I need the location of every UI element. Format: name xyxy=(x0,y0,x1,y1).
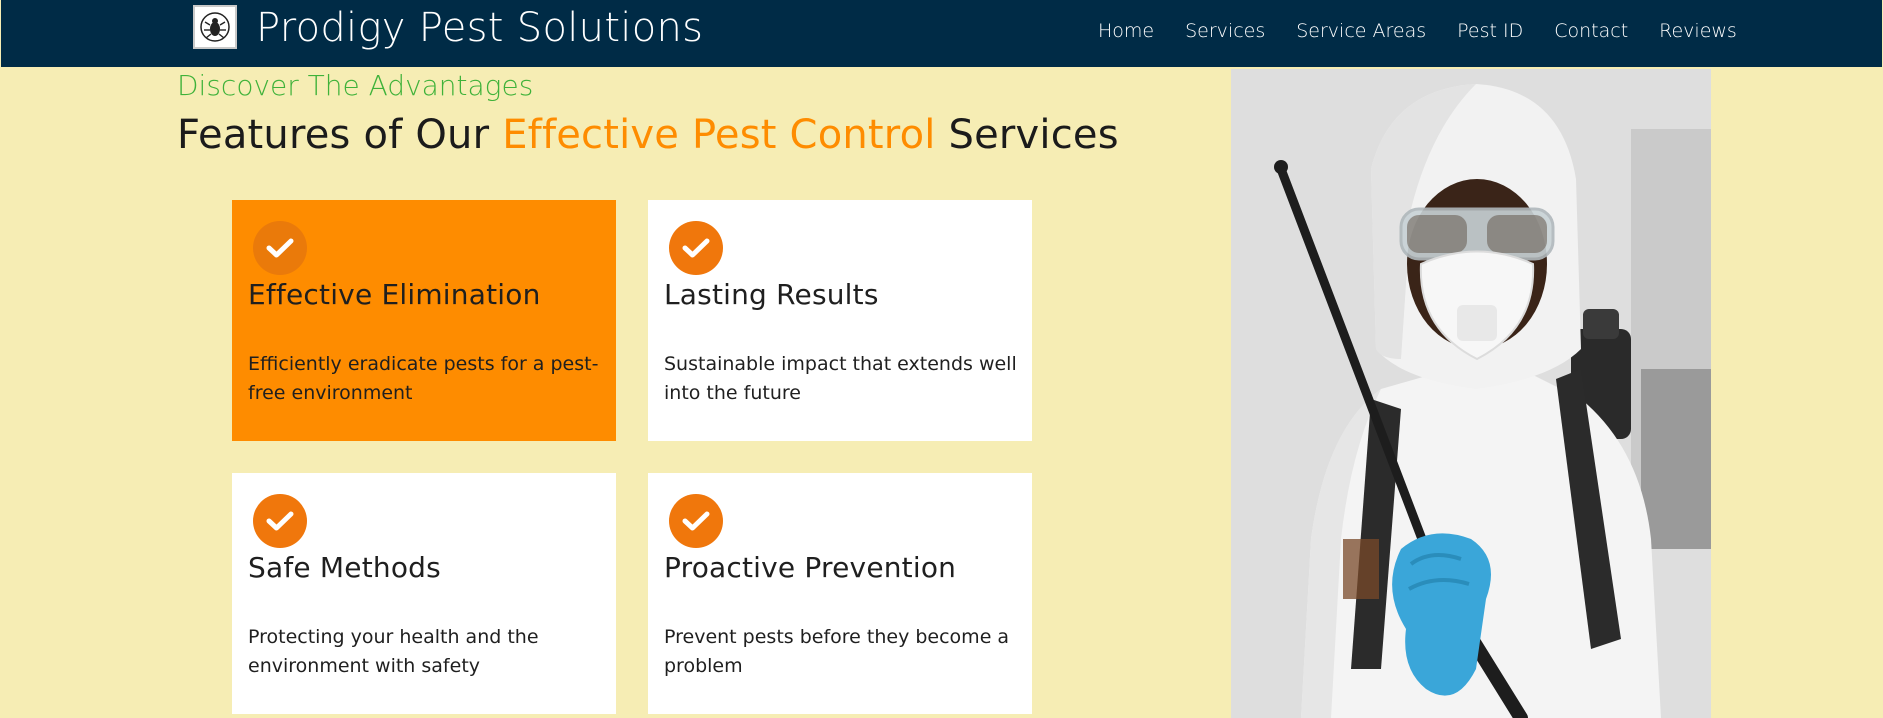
feature-title: Effective Elimination xyxy=(248,278,541,311)
feature-card-proactive-prevention[interactable]: Proactive Prevention Prevent pests befor… xyxy=(648,473,1032,714)
feature-description: Prevent pests before they become a probl… xyxy=(664,626,1010,677)
feature-card-effective-elimination[interactable]: Effective Elimination Efficiently eradic… xyxy=(232,200,616,441)
page: Prodigy Pest Solutions Home Services Ser… xyxy=(0,0,1883,718)
headline-suffix: Services xyxy=(935,112,1119,158)
check-circle-icon xyxy=(669,221,723,275)
main-nav: Home Services Service Areas Pest ID Cont… xyxy=(1098,20,1737,42)
logo-link[interactable] xyxy=(193,5,237,49)
nav-link-home[interactable]: Home xyxy=(1098,20,1154,42)
check-circle-icon xyxy=(253,221,307,275)
bug-shield-icon xyxy=(200,12,230,42)
nav-link-contact[interactable]: Contact xyxy=(1554,20,1628,42)
nav-link-services[interactable]: Services xyxy=(1185,20,1265,42)
nav-link-pest-id[interactable]: Pest ID xyxy=(1457,20,1523,42)
nav-link-reviews[interactable]: Reviews xyxy=(1659,20,1737,42)
technician-illustration xyxy=(1231,69,1711,718)
feature-title: Proactive Prevention xyxy=(664,551,957,584)
brand-name[interactable]: Prodigy Pest Solutions xyxy=(256,5,703,51)
feature-card-lasting-results[interactable]: Lasting Results Sustainable impact that … xyxy=(648,200,1032,441)
feature-title: Lasting Results xyxy=(664,278,879,311)
feature-description: Efficiently eradicate pests for a pest-f… xyxy=(248,353,599,404)
nav-link-service-areas[interactable]: Service Areas xyxy=(1296,20,1426,42)
check-circle-icon xyxy=(669,494,723,548)
feature-title: Safe Methods xyxy=(248,551,441,584)
headline-accent: Effective Pest Control xyxy=(502,112,936,158)
check-circle-icon xyxy=(253,494,307,548)
feature-description: Protecting your health and the environme… xyxy=(248,626,539,677)
section-eyebrow: Discover The Advantages xyxy=(177,69,534,102)
feature-card-safe-methods[interactable]: Safe Methods Protecting your health and … xyxy=(232,473,616,714)
navbar: Prodigy Pest Solutions Home Services Ser… xyxy=(1,0,1882,67)
technician-photo xyxy=(1231,69,1711,718)
headline-prefix: Features of Our xyxy=(177,112,503,158)
section-headline: Features of Our Effective Pest Control S… xyxy=(177,112,1119,158)
feature-description: Sustainable impact that extends well int… xyxy=(664,353,1017,404)
